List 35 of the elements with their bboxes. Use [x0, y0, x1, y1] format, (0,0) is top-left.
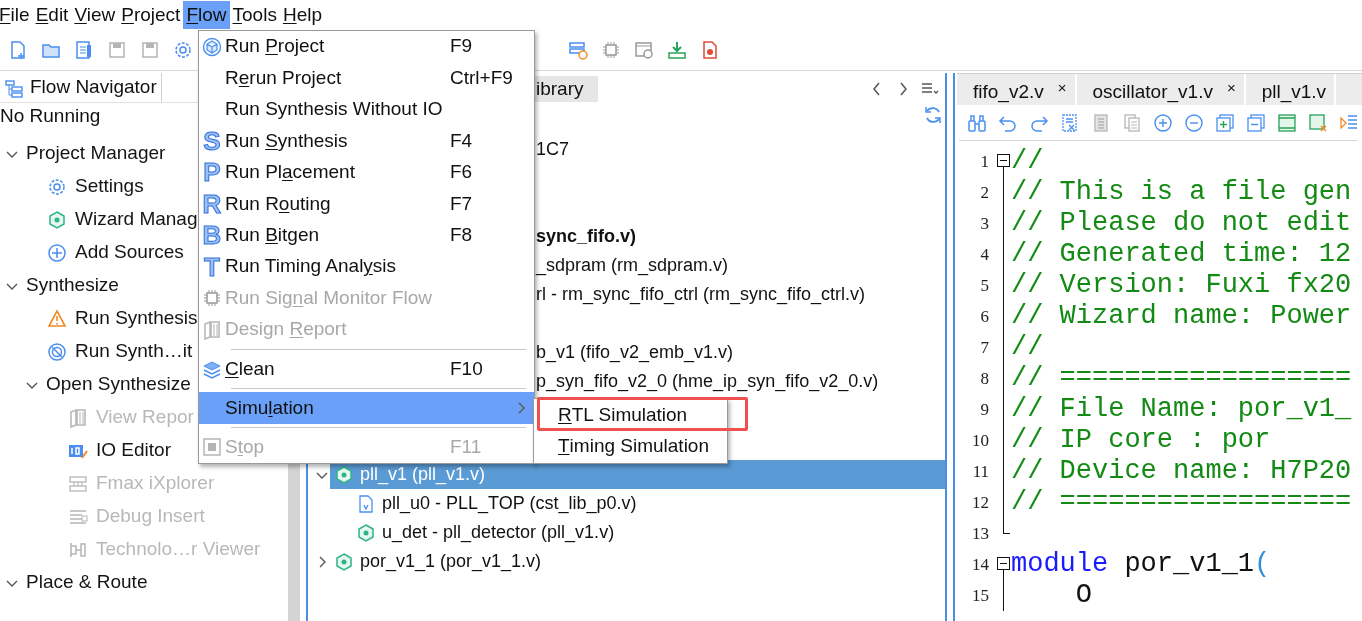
line-number: 11 [971, 460, 989, 483]
line-number: 7 [979, 336, 989, 359]
code-line: // Please do not edit [1011, 208, 1352, 239]
code-line: module por_v1_1( [1011, 549, 1271, 580]
code-line: O [1074, 580, 1092, 611]
code-line: // Wizard name: Power [1011, 301, 1352, 332]
code-line: // [1011, 332, 1044, 363]
line-number: 1 [979, 150, 989, 173]
line-number: 4 [979, 243, 989, 266]
letter-icon: R [202, 190, 222, 217]
line-number: 9 [979, 398, 989, 421]
line-number: 13 [971, 522, 989, 545]
line-number: 14 [971, 553, 989, 576]
line-number: 6 [979, 305, 989, 328]
code-line: // ================== [1011, 363, 1352, 394]
letter-icon: B [202, 222, 222, 249]
line-number: 12 [971, 491, 989, 514]
code-line: // Generated time: 12 [1011, 239, 1352, 270]
code-line: // [1011, 146, 1044, 177]
line-number: 3 [979, 212, 989, 235]
line-number: 8 [979, 367, 989, 390]
letter-icon: P [203, 159, 221, 186]
line-number: 2 [979, 181, 989, 204]
code-line: // ================== [1011, 487, 1352, 518]
letter-icon: T [204, 253, 220, 280]
code-line: // Version: Fuxi fx20 [1011, 270, 1352, 301]
code-line: // Device name: H7P20 [1011, 456, 1352, 487]
code-line: // IP core : por [1011, 425, 1271, 456]
line-number: 15 [971, 584, 989, 607]
code-line: // File Name: por_v1_ [1011, 394, 1352, 425]
letter-icon: S [203, 127, 221, 154]
code-line: // This is a file gen [1011, 177, 1352, 208]
line-number: 5 [979, 274, 989, 297]
line-number: 10 [971, 429, 989, 452]
status-text: No Running [0, 103, 101, 128]
